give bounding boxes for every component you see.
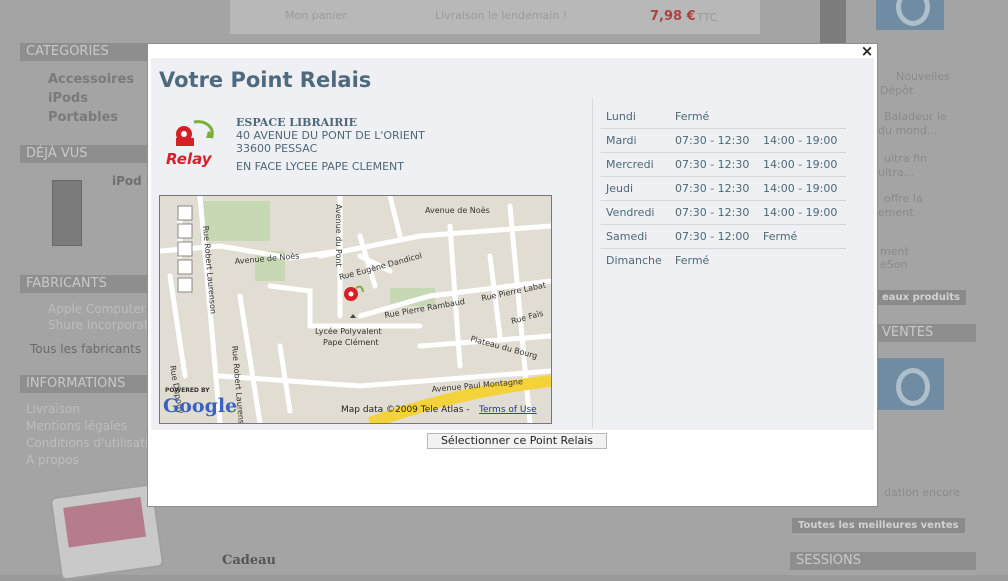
info-apropos[interactable]: A propos <box>26 453 79 467</box>
info-conditions[interactable]: Conditions d'utilisation <box>26 436 163 450</box>
poi-label: Lycée Polyvalent <box>315 326 382 336</box>
right-link-8[interactable]: ement <box>878 206 914 219</box>
best-sales-button[interactable]: Toutes les meilleures ventes <box>792 518 965 533</box>
hours-day: Samedi <box>601 224 670 249</box>
close-icon[interactable]: × <box>859 43 875 59</box>
category-accessoires[interactable]: Accessoires <box>48 72 134 87</box>
hours-day: Mardi <box>601 128 670 153</box>
right-link-4[interactable]: du mond... <box>878 124 937 137</box>
relay-logo: Relay <box>166 120 214 168</box>
powered-by-label: POWERED BY <box>165 387 210 394</box>
hours-morning: Fermé <box>675 110 710 123</box>
right-link-10[interactable]: eSon <box>880 258 907 271</box>
hours-day: Lundi <box>606 110 636 123</box>
relay-point-modal: × Votre Point Relais Relay ESPACE LIBRAI… <box>147 43 878 507</box>
category-ipods[interactable]: iPods <box>48 91 88 106</box>
hours-row: Mardi 07:30 - 12:30 14:00 - 19:00 <box>601 128 846 153</box>
relay-logo-text: Relay <box>166 150 213 168</box>
column-divider <box>592 98 593 428</box>
street-label: Avenue du Pont <box>334 204 343 267</box>
right-link-6[interactable]: ultra... <box>878 166 914 179</box>
hours-morning: 07:30 - 12:00 <box>670 224 758 249</box>
hours-row: Lundi Fermé <box>601 105 846 129</box>
hours-morning: 07:30 - 12:30 <box>670 128 758 153</box>
hours-day: Mercredi <box>601 152 670 177</box>
hours-afternoon: Fermé <box>758 224 846 249</box>
shop-note: EN FACE LYCEE PAPE CLEMENT <box>236 160 404 173</box>
sessions-header: SESSIONS <box>790 552 976 570</box>
cadeau-link[interactable]: Cadeau <box>222 553 276 568</box>
right-link-5[interactable]: ultra fin <box>884 152 927 165</box>
promo-image-bottom[interactable] <box>876 358 944 410</box>
right-link-9[interactable]: ment <box>880 245 909 258</box>
hours-afternoon: 14:00 - 19:00 <box>758 176 846 201</box>
hours-afternoon: 14:00 - 19:00 <box>758 152 846 177</box>
google-logo: Google <box>163 395 237 417</box>
hours-afternoon: 14:00 - 19:00 <box>758 128 846 153</box>
hours-morning: Fermé <box>670 248 758 272</box>
hours-day: Jeudi <box>601 176 670 201</box>
info-mentions[interactable]: Mentions légales <box>26 419 127 433</box>
select-relay-point-button[interactable]: Sélectionner ce Point Relais <box>427 433 607 449</box>
product-thumbnail[interactable] <box>52 180 82 246</box>
right-link-1[interactable]: Nouvelles <box>896 70 950 83</box>
modal-title: Votre Point Relais <box>159 68 372 92</box>
fabricants-all[interactable]: Tous les fabricants <box>30 342 141 356</box>
best-sales-header: VENTES <box>876 324 976 342</box>
cart-price: 7,98 € <box>650 9 696 24</box>
category-portables[interactable]: Portables <box>48 110 118 125</box>
new-products-button[interactable]: eaux produits <box>876 290 966 305</box>
hours-afternoon <box>758 105 846 129</box>
relay-point-panel: Votre Point Relais Relay ESPACE LIBRAIRI… <box>151 58 874 430</box>
delivery-text: Livraison le lendemain ! <box>435 9 568 22</box>
right-link-7[interactable]: offre la <box>884 192 923 205</box>
right-link-3[interactable]: Baladeur le <box>884 110 947 123</box>
cart-link[interactable]: Mon panier <box>285 9 347 22</box>
map-copyright: Map data ©2009 Tele Atlas - <box>341 405 470 415</box>
opening-hours-table: Lundi Fermé Mardi 07:30 - 12:30 14:00 - 19:0… <box>601 105 846 272</box>
street-label: Avenue de Noès <box>425 205 490 215</box>
relay-map[interactable]: Avenue de Noès Avenue du Pont Avenue de … <box>159 195 552 424</box>
cart-price-suffix: TTC <box>697 11 718 24</box>
promo-image-top[interactable] <box>876 0 944 30</box>
hours-row: Samedi 07:30 - 12:00 Fermé <box>601 224 846 249</box>
hours-morning: 07:30 - 12:30 <box>670 200 758 225</box>
hours-morning: 07:30 - 12:30 <box>670 176 758 201</box>
hours-row: Mercredi 07:30 - 12:30 14:00 - 19:00 <box>601 152 846 177</box>
hours-row: Dimanche Fermé <box>601 248 846 272</box>
hours-afternoon <box>758 248 846 272</box>
right-text-bottom: dation encore <box>884 486 960 499</box>
info-livraison[interactable]: Livraison <box>26 402 80 416</box>
shop-street: 40 AVENUE DU PONT DE L'ORIENT <box>236 129 425 142</box>
hours-row: Vendredi 07:30 - 12:30 14:00 - 19:00 <box>601 200 846 225</box>
right-link-2[interactable]: Dépôt <box>880 84 913 97</box>
hours-afternoon: 14:00 - 19:00 <box>758 200 846 225</box>
map-zoom-controls[interactable] <box>177 205 193 293</box>
shop-city: 33600 PESSAC <box>236 142 318 155</box>
hours-day: Dimanche <box>601 248 670 272</box>
fabricant-apple[interactable]: Apple Computer <box>48 302 146 316</box>
poi-label: Pape Clément <box>323 337 379 347</box>
hours-morning: 07:30 - 12:30 <box>670 152 758 177</box>
terms-of-use-link[interactable]: Terms of Use <box>478 405 537 415</box>
relay-address: ESPACE LIBRAIRIE 40 AVENUE DU PONT DE L'… <box>236 116 425 173</box>
hours-day: Vendredi <box>601 200 670 225</box>
hours-row: Jeudi 07:30 - 12:30 14:00 - 19:00 <box>601 176 846 201</box>
shop-name: ESPACE LIBRAIRIE <box>236 116 357 129</box>
